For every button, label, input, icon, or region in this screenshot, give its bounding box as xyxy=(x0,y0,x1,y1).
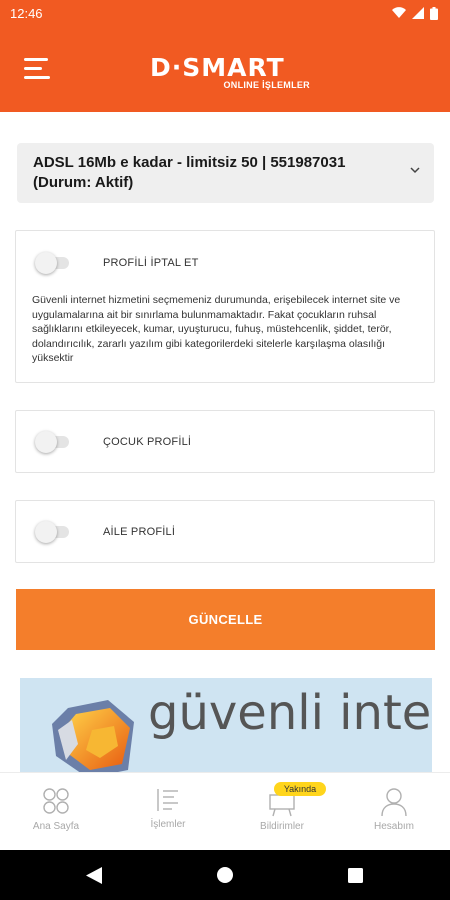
profile-cancel-label: PROFİLİ İPTAL ET xyxy=(103,257,199,269)
menu-icon-bar xyxy=(24,67,42,70)
nav-item-transactions[interactable]: İşlemler xyxy=(112,773,224,851)
profile-cancel-description: Güvenli internet hizmetini seçmemeniz du… xyxy=(32,294,401,364)
android-nav-bar xyxy=(0,850,450,900)
nav-label-transactions: İşlemler xyxy=(150,819,186,830)
child-profile-card: ÇOCUK PROFİLİ xyxy=(15,410,435,473)
nav-label-account: Hesabım xyxy=(373,821,414,832)
chevron-down-icon xyxy=(410,167,420,174)
family-profile-toggle[interactable] xyxy=(35,521,71,543)
logo-main-text: D·SMART xyxy=(150,53,285,82)
toggle-thumb xyxy=(35,252,57,274)
signal-icon xyxy=(412,7,424,19)
battery-icon xyxy=(430,6,438,20)
menu-button[interactable] xyxy=(24,58,52,80)
nav-item-home[interactable]: Ana Sayfa xyxy=(0,773,112,851)
back-icon[interactable] xyxy=(86,867,102,884)
wifi-icon xyxy=(392,7,406,19)
nav-label-home: Ana Sayfa xyxy=(32,821,80,832)
nav-label-notifications: Bildirimler xyxy=(260,821,304,832)
shield-logo-icon xyxy=(52,700,134,772)
recents-icon[interactable] xyxy=(348,868,363,883)
update-button[interactable]: GÜNCELLE xyxy=(16,589,435,650)
person-icon xyxy=(381,788,407,817)
package-select-line2: (Durum: Aktif) xyxy=(33,174,134,191)
guvenli-internet-banner[interactable]: güvenli internet xyxy=(20,678,432,772)
family-profile-label: AİLE PROFİLİ xyxy=(103,526,176,538)
family-profile-card: AİLE PROFİLİ xyxy=(15,500,435,563)
menu-icon-bar xyxy=(24,76,50,79)
profile-cancel-toggle[interactable] xyxy=(35,252,71,274)
child-profile-label: ÇOCUK PROFİLİ xyxy=(103,436,192,448)
coming-soon-badge: Yakında xyxy=(274,782,326,796)
status-icons xyxy=(392,6,438,20)
list-icon xyxy=(157,789,178,811)
home-icon[interactable] xyxy=(217,867,233,883)
banner-text: güvenli internet xyxy=(148,685,432,741)
status-time: 12:46 xyxy=(10,5,43,21)
profile-cancel-card: PROFİLİ İPTAL ET Güvenli internet hizmet… xyxy=(15,230,435,383)
dsmart-logo: D·SMART ONLINE İŞLEMLER xyxy=(150,54,320,98)
nav-item-account[interactable]: Hesabım xyxy=(338,773,450,851)
toggle-thumb xyxy=(35,431,57,453)
app-header: D·SMART ONLINE İŞLEMLER xyxy=(0,26,450,112)
child-profile-toggle[interactable] xyxy=(35,431,71,453)
menu-icon-bar xyxy=(24,58,48,61)
toggle-thumb xyxy=(35,521,57,543)
bottom-nav: Ana Sayfa İşlemler Bildirimler Hesabım xyxy=(0,772,450,850)
status-bar: 12:46 xyxy=(0,0,450,26)
home-circles-icon xyxy=(43,788,69,814)
package-select[interactable]: ADSL 16Mb e kadar - limitsiz 50 | 551987… xyxy=(17,143,434,203)
package-select-line1: ADSL 16Mb e kadar - limitsiz 50 | 551987… xyxy=(33,154,346,171)
logo-sub-text: ONLINE İŞLEMLER xyxy=(223,80,310,90)
